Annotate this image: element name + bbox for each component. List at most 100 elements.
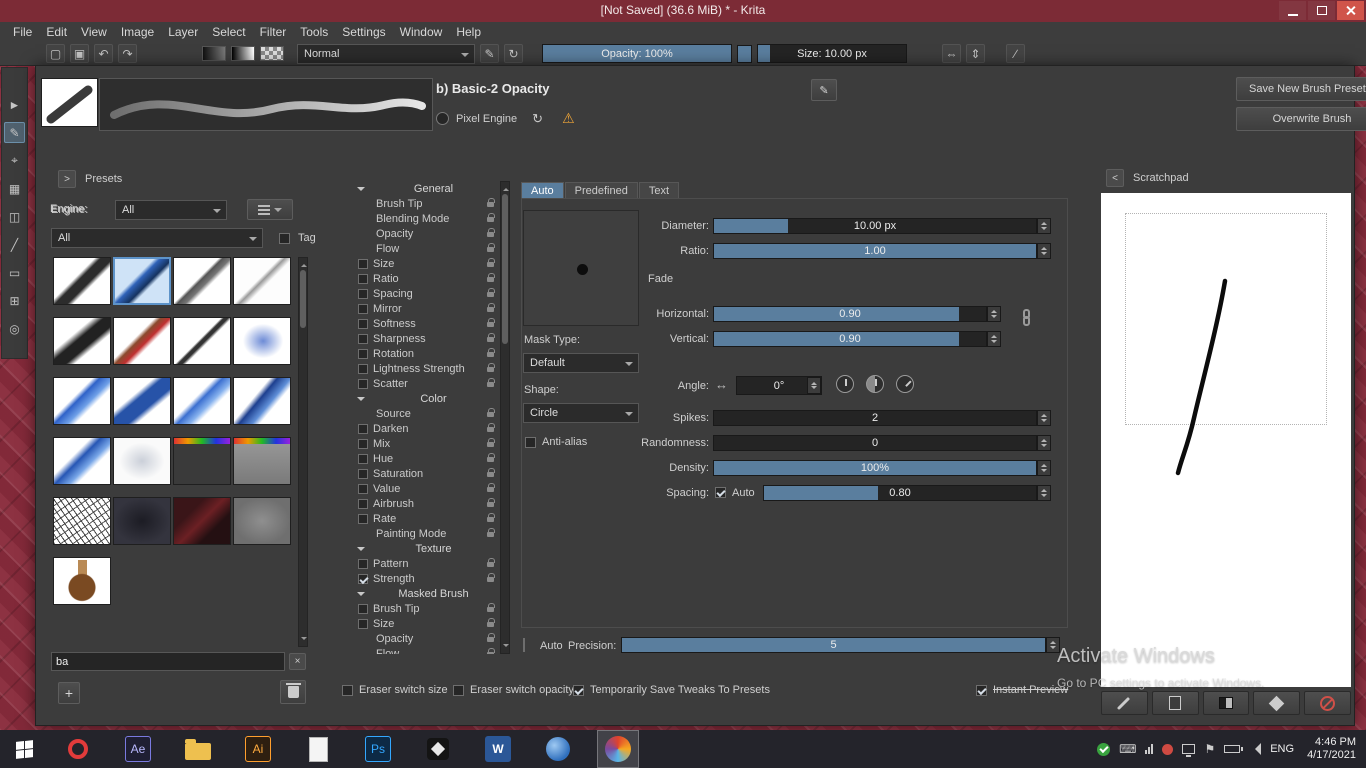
preset-thumbnail[interactable] [53, 557, 111, 605]
checkbox[interactable] [358, 619, 368, 629]
close-button[interactable] [1337, 1, 1364, 20]
checkbox[interactable] [358, 379, 368, 389]
menu-help[interactable]: Help [449, 23, 488, 41]
pattern-swatch[interactable] [260, 46, 284, 61]
language-indicator[interactable]: ENG [1270, 743, 1294, 755]
menu-select[interactable]: Select [205, 23, 252, 41]
slider-ratio[interactable]: 1.00 [713, 243, 1037, 259]
menu-filter[interactable]: Filter [253, 23, 294, 41]
angle-dial-icon[interactable] [836, 375, 854, 393]
undo-icon[interactable]: ↶ [94, 44, 113, 63]
toolbar-opacity-slider[interactable]: Opacity: 100% [542, 44, 732, 63]
mini-slider[interactable] [737, 45, 752, 63]
redo-icon[interactable]: ↷ [118, 44, 137, 63]
preset-thumbnail[interactable] [113, 497, 171, 545]
taskbar-browser[interactable] [537, 730, 579, 768]
slider-diameter[interactable]: 10.00 px [713, 218, 1037, 234]
line-tool-icon[interactable]: ⌖ [4, 150, 25, 171]
option-masked-flow[interactable]: Flow [351, 646, 500, 654]
add-resource-button[interactable]: + [58, 682, 80, 704]
preset-thumbnail-selected[interactable] [113, 257, 171, 305]
link-fade-icon[interactable] [1023, 309, 1030, 326]
volume-icon[interactable] [1249, 743, 1261, 755]
option-brush-tip[interactable]: Brush Tip [351, 196, 500, 211]
new-document-icon[interactable]: ▢ [46, 44, 65, 63]
freehand-brush-tool-icon[interactable]: ✎ [4, 122, 25, 143]
taskbar-file-explorer[interactable] [177, 730, 219, 768]
preset-thumbnail[interactable] [173, 497, 231, 545]
delete-resource-button[interactable] [280, 680, 306, 704]
antivirus-ok-icon[interactable] [1097, 743, 1110, 756]
checkbox[interactable] [358, 604, 368, 614]
gradient-chooser[interactable] [202, 46, 226, 61]
slider-randomness[interactable]: 0 [713, 435, 1037, 451]
scroll-down-icon[interactable] [301, 637, 307, 643]
scroll-up-icon[interactable] [503, 185, 509, 191]
minimize-button[interactable] [1279, 1, 1306, 20]
mask-type-combo[interactable]: Default [523, 353, 639, 373]
spacing-auto-checkbox[interactable] [715, 487, 726, 498]
precision-auto-checkbox[interactable] [523, 638, 525, 652]
scratchpad-paint-button[interactable] [1101, 691, 1148, 715]
save-tweaks-option[interactable]: Temporarily Save Tweaks To Presets [573, 684, 770, 696]
spinner[interactable] [987, 306, 1001, 322]
slider-spikes[interactable]: 2 [713, 410, 1037, 426]
overwrite-brush-button[interactable]: Overwrite Brush [1236, 107, 1366, 131]
menu-edit[interactable]: Edit [39, 23, 74, 41]
options-section-masked-brush[interactable]: Masked Brush [351, 586, 500, 601]
scratchpad-canvas[interactable] [1101, 193, 1351, 687]
spinner[interactable] [1037, 243, 1051, 259]
preset-thumbnail[interactable] [53, 257, 111, 305]
scroll-down-icon[interactable] [503, 644, 509, 650]
spinner[interactable] [807, 377, 821, 394]
eraser-switch-opacity-option[interactable]: Eraser switch opacity [453, 684, 574, 696]
checkbox[interactable] [453, 685, 464, 696]
flag-icon[interactable]: ⚑ [1204, 742, 1215, 756]
clear-search-button[interactable]: × [289, 653, 306, 670]
eraser-switch-size-option[interactable]: Eraser switch size [342, 684, 448, 696]
checkbox-checked[interactable] [976, 685, 987, 696]
slider-vertical-fade[interactable]: 0.90 [713, 331, 987, 347]
battery-icon[interactable] [1224, 745, 1240, 753]
mirror-vertical-icon[interactable]: ⇕ [966, 44, 985, 63]
slider-horizontal-fade[interactable]: 0.90 [713, 306, 987, 322]
preset-thumbnail[interactable] [173, 257, 231, 305]
instant-preview-option[interactable]: Instant Preview [976, 684, 1068, 696]
gradient-tool-icon[interactable]: ◫ [4, 206, 25, 227]
slider-density[interactable]: 100% [713, 460, 1037, 476]
taskbar-krita[interactable] [597, 730, 639, 768]
option-masked-size[interactable]: Size [351, 616, 500, 631]
taskbar-document[interactable] [297, 730, 339, 768]
view-mode-button[interactable] [247, 199, 293, 220]
menu-file[interactable]: File [6, 23, 39, 41]
scratchpad-fill-document-button[interactable] [1152, 691, 1199, 715]
spinner[interactable] [1037, 410, 1051, 426]
slider-precision[interactable]: 5 [621, 637, 1046, 653]
taskbar-illustrator[interactable]: Ai [237, 730, 279, 768]
taskbar-opera[interactable] [57, 730, 99, 768]
slider-spacing[interactable]: 0.80 [763, 485, 1037, 501]
gradient-swatch[interactable] [231, 46, 255, 61]
checkbox[interactable] [358, 559, 368, 569]
option-masked-opacity[interactable]: Opacity [351, 631, 500, 646]
preset-search-input[interactable] [51, 652, 285, 671]
option-spacing[interactable]: Spacing [351, 286, 500, 301]
options-section-general[interactable]: General [351, 181, 500, 196]
network-icon[interactable] [1182, 744, 1195, 754]
save-new-preset-button[interactable]: Save New Brush Preset... [1236, 77, 1366, 101]
blending-mode-combo[interactable]: Normal [297, 44, 475, 64]
option-painting-mode[interactable]: Painting Mode [351, 526, 500, 541]
option-rate[interactable]: Rate [351, 511, 500, 526]
checkbox[interactable] [358, 514, 368, 524]
checkbox[interactable] [358, 289, 368, 299]
menu-tools[interactable]: Tools [293, 23, 335, 41]
slash-tool-icon[interactable]: ∕ [1006, 44, 1025, 63]
angle-drag-icon[interactable] [896, 375, 914, 393]
transform-tool-icon[interactable]: ▦ [4, 178, 25, 199]
select-tool-icon[interactable]: ► [4, 94, 25, 115]
spinner[interactable] [1037, 460, 1051, 476]
rect-select-tool-icon[interactable]: ▭ [4, 262, 25, 283]
menu-image[interactable]: Image [114, 23, 161, 41]
reload-default-icon[interactable]: ↻ [532, 111, 543, 127]
checkbox[interactable] [358, 349, 368, 359]
